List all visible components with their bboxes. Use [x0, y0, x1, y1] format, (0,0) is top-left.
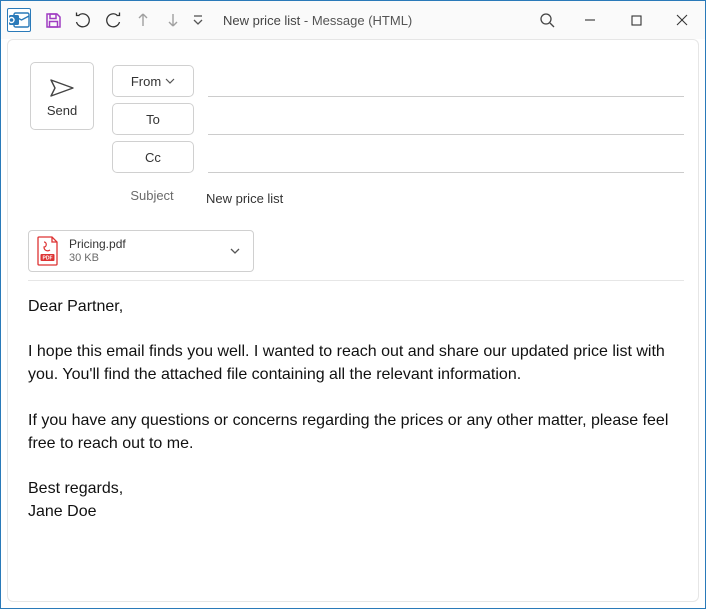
body-paragraph: I hope this email finds you well. I want… [28, 340, 682, 386]
title-subject: New price list [223, 13, 300, 28]
minimize-button[interactable] [567, 1, 613, 39]
cc-field[interactable] [208, 142, 684, 173]
chevron-down-icon [165, 78, 175, 84]
send-icon [50, 79, 74, 97]
from-field[interactable] [208, 66, 684, 97]
undo-button[interactable] [69, 6, 97, 34]
svg-text:PDF: PDF [43, 256, 53, 262]
attachment-info: Pricing.pdf 30 KB [69, 237, 126, 266]
body-paragraph: If you have any questions or concerns re… [28, 409, 682, 455]
to-button[interactable]: To [112, 103, 194, 135]
cc-label: Cc [145, 150, 161, 165]
cc-button[interactable]: Cc [112, 141, 194, 173]
window-title: New price list - Message (HTML) [223, 13, 412, 28]
save-button[interactable] [39, 6, 67, 34]
subject-field[interactable]: New price list [206, 180, 684, 210]
attachments-area: PDF Pricing.pdf 30 KB [8, 216, 698, 280]
from-row: From [112, 62, 684, 100]
attachment-name: Pricing.pdf [69, 237, 126, 252]
maximize-button[interactable] [613, 1, 659, 39]
send-button[interactable]: Send [30, 62, 94, 130]
to-field[interactable] [208, 104, 684, 135]
subject-row: Subject New price list [112, 176, 684, 214]
redo-button[interactable] [99, 6, 127, 34]
prev-item-button[interactable] [129, 6, 157, 34]
body-paragraph: Best regards, [28, 477, 682, 500]
cc-row: Cc [112, 138, 684, 176]
title-suffix: - Message (HTML) [300, 13, 412, 28]
to-label: To [146, 112, 160, 127]
quick-access-toolbar [7, 6, 207, 34]
message-body[interactable]: Dear Partner, I hope this email finds yo… [8, 281, 698, 523]
body-paragraph: Dear Partner, [28, 295, 682, 318]
message-compose-area: Send From To Cc [7, 39, 699, 602]
subject-value: New price list [206, 191, 283, 210]
attachment-item[interactable]: PDF Pricing.pdf 30 KB [28, 230, 254, 272]
subject-label: Subject [112, 180, 192, 210]
search-button[interactable] [527, 1, 567, 39]
send-label: Send [47, 103, 77, 118]
next-item-button[interactable] [159, 6, 187, 34]
message-header: Send From To Cc [8, 40, 698, 216]
attachment-menu-button[interactable] [225, 231, 245, 271]
pdf-icon: PDF [35, 235, 61, 267]
chevron-down-icon [229, 247, 241, 255]
from-button[interactable]: From [112, 65, 194, 97]
app-icon [7, 8, 31, 32]
close-button[interactable] [659, 1, 705, 39]
attachment-size: 30 KB [69, 252, 126, 266]
customize-qat-button[interactable] [189, 6, 207, 34]
body-paragraph: Jane Doe [28, 500, 682, 523]
to-row: To [112, 100, 684, 138]
title-bar: New price list - Message (HTML) [1, 1, 705, 39]
from-label: From [131, 74, 161, 89]
